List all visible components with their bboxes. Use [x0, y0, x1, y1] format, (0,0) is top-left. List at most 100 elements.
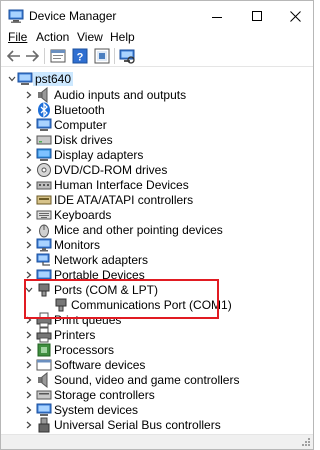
scan-hardware-button[interactable]	[118, 47, 136, 65]
disk-drive-icon	[36, 135, 52, 145]
tree-item-label: Monitors	[54, 238, 101, 252]
speaker-icon	[38, 372, 48, 388]
collapsed-chevron-icon[interactable]	[24, 90, 34, 100]
collapsed-chevron-icon[interactable]	[24, 120, 34, 130]
tree-item-disk-drives[interactable]: Disk drives	[1, 132, 313, 148]
tree-root[interactable]: pst640	[1, 71, 313, 87]
menu-help-label: Help	[110, 30, 135, 44]
highlight-box	[24, 279, 219, 319]
device-tree[interactable]: pst640 Audio inputs and outputs Bluetoot…	[1, 67, 313, 433]
toolbar: ?	[1, 45, 313, 67]
collapsed-chevron-icon[interactable]	[24, 360, 34, 370]
tree-item-label: Network adapters	[54, 253, 149, 267]
network-adapter-icon	[36, 253, 50, 266]
tree-item-label: Storage controllers	[54, 388, 155, 402]
tree-item-label: Software devices	[54, 358, 146, 372]
collapsed-chevron-icon[interactable]	[24, 210, 34, 220]
system-device-icon	[36, 403, 52, 416]
computer-icon	[17, 72, 33, 85]
tree-item-label: DVD/CD-ROM drives	[54, 163, 168, 177]
tree-item-label: Computer	[54, 118, 107, 132]
properties-icon	[50, 49, 66, 63]
collapsed-chevron-icon[interactable]	[24, 375, 34, 385]
title-bar[interactable]: Device Manager	[1, 1, 313, 31]
collapsed-chevron-icon[interactable]	[24, 390, 34, 400]
minimize-button[interactable]	[197, 1, 237, 31]
tree-item-label: Keyboards	[54, 208, 112, 222]
help-button[interactable]: ?	[71, 47, 89, 65]
collapsed-chevron-icon[interactable]	[24, 345, 34, 355]
update-driver-button[interactable]	[93, 47, 111, 65]
menu-view-label: View	[77, 30, 103, 44]
tree-item-label: Bluetooth	[54, 103, 105, 117]
expanded-chevron-icon[interactable]	[7, 74, 17, 84]
device-manager-window: Device Manager File Action View Help ? p…	[0, 0, 314, 450]
menu-view[interactable]: View	[77, 29, 103, 45]
toolbar-separator	[44, 48, 45, 64]
collapsed-chevron-icon[interactable]	[24, 405, 34, 415]
back-button[interactable]	[5, 47, 23, 65]
tree-item-system[interactable]: System devices	[1, 402, 313, 418]
menu-help[interactable]: Help	[110, 29, 135, 45]
tree-item-storage[interactable]: Storage controllers	[1, 387, 313, 403]
bluetooth-icon	[38, 102, 50, 118]
storage-controller-icon	[36, 390, 52, 400]
monitor-icon	[36, 118, 52, 131]
collapsed-chevron-icon[interactable]	[24, 180, 34, 190]
tree-item-bluetooth[interactable]: Bluetooth	[1, 102, 313, 118]
collapsed-chevron-icon[interactable]	[24, 330, 34, 340]
tree-item-monitors[interactable]: Monitors	[1, 237, 313, 253]
monitor-icon	[36, 238, 52, 252]
tree-item-label: Display adapters	[54, 148, 144, 162]
menu-bar: File Action View Help	[1, 28, 313, 46]
tree-item-printers[interactable]: Printers	[1, 327, 313, 343]
tree-item-hid[interactable]: Human Interface Devices	[1, 177, 313, 193]
tree-item-label: Printers	[54, 328, 96, 342]
tree-item-usb[interactable]: Universal Serial Bus controllers	[1, 417, 313, 433]
menu-file[interactable]: File	[8, 29, 27, 45]
display-adapter-icon	[36, 148, 52, 161]
ide-controller-icon	[36, 195, 52, 205]
tree-item-label: Audio inputs and outputs	[54, 88, 187, 102]
tree-root-label: pst640	[33, 72, 74, 86]
collapsed-chevron-icon[interactable]	[24, 240, 34, 250]
tree-item-dvd[interactable]: DVD/CD-ROM drives	[1, 162, 313, 178]
menu-action[interactable]: Action	[36, 29, 69, 45]
tree-item-label: Disk drives	[54, 133, 113, 147]
menu-action-label: Action	[36, 30, 70, 44]
printer-icon	[36, 327, 52, 343]
forward-button[interactable]	[23, 47, 41, 65]
resize-grip-icon[interactable]	[301, 437, 311, 447]
window-title: Device Manager	[29, 9, 117, 23]
tree-item-software[interactable]: Software devices	[1, 357, 313, 373]
speaker-icon	[38, 87, 48, 103]
tree-item-processors[interactable]: Processors	[1, 342, 313, 358]
tree-item-network[interactable]: Network adapters	[1, 252, 313, 268]
tree-item-keyboards[interactable]: Keyboards	[1, 207, 313, 223]
collapsed-chevron-icon[interactable]	[24, 135, 34, 145]
tree-item-display-adapters[interactable]: Display adapters	[1, 147, 313, 163]
tree-item-computer[interactable]: Computer	[1, 117, 313, 133]
collapsed-chevron-icon[interactable]	[24, 105, 34, 115]
collapsed-chevron-icon[interactable]	[24, 165, 34, 175]
close-icon	[289, 10, 301, 22]
toolbar-separator	[114, 48, 115, 64]
collapsed-chevron-icon[interactable]	[24, 225, 34, 235]
processor-icon	[37, 343, 51, 357]
tree-item-audio[interactable]: Audio inputs and outputs	[1, 87, 313, 103]
tree-item-ide[interactable]: IDE ATA/ATAPI controllers	[1, 192, 313, 208]
maximize-button[interactable]	[237, 1, 277, 31]
menu-file-label: File	[8, 30, 28, 44]
keyboard-icon	[36, 210, 52, 220]
properties-button[interactable]	[49, 47, 67, 65]
collapsed-chevron-icon[interactable]	[24, 195, 34, 205]
tree-item-label: Human Interface Devices	[54, 178, 189, 192]
tree-item-sound[interactable]: Sound, video and game controllers	[1, 372, 313, 388]
collapsed-chevron-icon[interactable]	[24, 150, 34, 160]
tree-item-label: Mice and other pointing devices	[54, 223, 223, 237]
collapsed-chevron-icon[interactable]	[24, 255, 34, 265]
collapsed-chevron-icon[interactable]	[24, 420, 34, 430]
close-button[interactable]	[275, 1, 313, 31]
scan-hardware-icon	[119, 49, 135, 64]
tree-item-mice[interactable]: Mice and other pointing devices	[1, 222, 313, 238]
